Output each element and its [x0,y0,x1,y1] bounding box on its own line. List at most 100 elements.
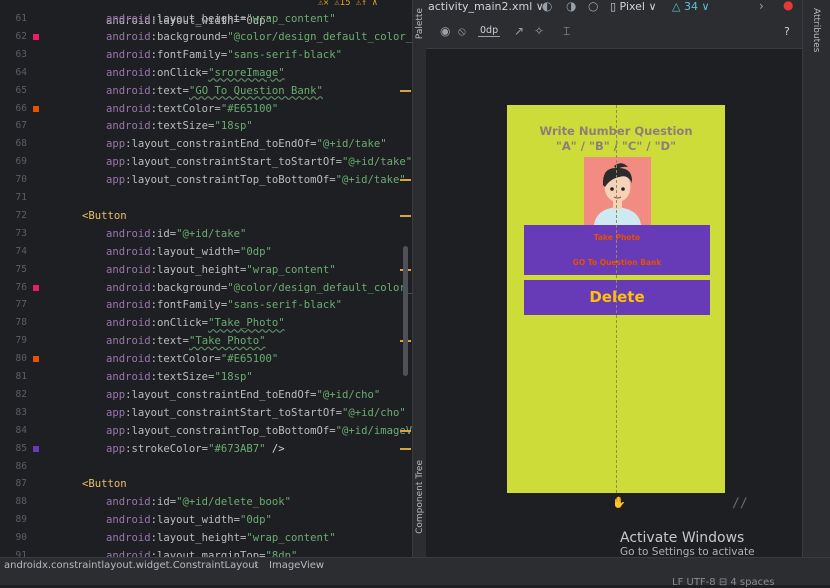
code-line[interactable]: 85 app:strokeColor="#673AB7" /> [0,440,412,458]
line-number: 88 [15,496,27,508]
code-text: app:layout_constraintTop_toBottomOf="@+i… [106,174,406,187]
code-line[interactable]: 81 android:textSize="18sp" [0,368,412,386]
code-line[interactable]: 79 android:text="Take Photo" [0,332,412,350]
change-marker[interactable] [400,179,411,182]
line-number: 85 [15,442,27,454]
line-number: 61 [15,13,27,24]
code-text: <Button [82,478,127,491]
clear-constraints-icon[interactable]: ↗ [514,24,524,38]
chevron-right-icon[interactable]: › [759,0,764,13]
code-text: android:fontFamily="sans-serif-black" [106,299,343,312]
attributes-tab[interactable]: Attributes [811,8,821,52]
theme-icon[interactable]: ○ [588,0,598,13]
code-line[interactable]: 72 <Button [0,207,412,225]
center-guideline [616,105,617,493]
design-toolbar: activity_main2.xml ∨ ◐ ◑ ○ ▯ Pixel ∨ △ 3… [426,0,802,49]
take-photo-button[interactable]: Take Photo GO To Question Bank [524,225,710,275]
code-line[interactable]: 87 <Button [0,475,412,493]
code-text: android:onClick="sroreImage" [106,66,285,79]
code-text: android:layout_height="wrap_content" [106,532,336,545]
code-line[interactable]: 82 app:layout_constraintEnd_toEndOf="@+id… [0,386,412,404]
breadcrumb-imageview[interactable]: ImageView [269,560,324,571]
code-line[interactable]: 77 android:fontFamily="sans-serif-black" [0,296,412,314]
breadcrumb-constraintlayout[interactable]: androidx.constraintlayout.widget.Constra… [4,560,259,571]
default-margin-field[interactable]: 0dp [478,25,501,37]
night-mode-icon[interactable]: ◑ [566,0,576,13]
phone-preview[interactable]: Write Number Question "A" / "B" / "C" / … [507,105,725,493]
line-number: 68 [15,138,27,150]
code-line[interactable]: 88 android:id="@+id/delete_book" [0,493,412,511]
editor-scrollbar[interactable] [403,246,408,376]
change-marker[interactable] [400,447,411,450]
code-text: app:layout_constraintTop_toBottomOf="@+i… [106,424,412,437]
code-line[interactable]: 91 android:layout_marginTop="8dp" [0,547,412,557]
file-selector[interactable]: activity_main2.xml ∨ [428,0,544,13]
resize-handle-icon[interactable]: ∕∕ [732,496,748,511]
orientation-icon[interactable]: ◐ [542,0,552,13]
code-line[interactable]: 76 android:background="@color/design_defa… [0,279,412,297]
line-number: 67 [15,120,27,132]
code-line[interactable]: 84 app:layout_constraintTop_toBottomOf="@… [0,422,412,440]
code-line[interactable]: 63 android:fontFamily="sans-serif-black" [0,46,412,64]
infer-constraints-icon[interactable]: ✧ [534,24,544,38]
line-number: 91 [15,550,27,557]
device-selector[interactable]: ▯ Pixel ∨ [610,0,657,13]
autoconnect-off-icon[interactable]: ⦸ [458,24,466,39]
breadcrumb-separator: › [254,560,258,571]
code-text: android:layout_width="0dp" [106,514,272,527]
code-text: android:textSize="18sp" [106,371,253,383]
code-editor[interactable]: android:layout_width="0dp" ⚠✕ ⚠15 ⚠↑ ∧ 6… [0,0,412,557]
code-line[interactable]: 61 android:layout_height="wrap_content" [0,10,412,28]
line-number: 84 [15,424,27,436]
line-number: 79 [15,335,27,347]
code-line[interactable]: 83 app:layout_constraintStart_toStartOf="… [0,404,412,422]
line-number: 87 [15,478,27,490]
code-line[interactable]: 62 android:background="@color/design_defa… [0,28,412,46]
palette-tab[interactable]: Palette [415,8,425,39]
code-line[interactable]: 78 android:onClick="Take_Photo" [0,314,412,332]
code-text: <Button [82,209,127,222]
color-swatch-icon[interactable] [33,356,39,363]
code-line[interactable]: 69 app:layout_constraintStart_toStartOf="… [0,153,412,171]
line-number: 75 [15,263,27,275]
code-line[interactable]: 71 [0,189,412,207]
delete-button[interactable]: Delete [524,280,710,315]
code-line[interactable]: 75 android:layout_height="wrap_content" [0,261,412,279]
color-swatch-icon[interactable] [33,284,39,291]
person-avatar-icon [584,157,651,225]
pan-handle-icon[interactable]: ✋ [612,496,626,509]
file-encoding-info[interactable]: LF UTF-8 ⊟ 4 spaces [672,577,774,588]
change-marker[interactable] [400,429,411,432]
guidelines-icon[interactable]: ⌶ [563,24,570,39]
code-line[interactable]: 64 android:onClick="sroreImage" [0,64,412,82]
line-number: 89 [15,514,27,526]
avatar-image[interactable] [584,157,651,225]
code-line[interactable]: 74 android:layout_width="0dp" [0,243,412,261]
code-line[interactable]: 66 android:textColor="#E65100" [0,100,412,118]
go-to-question-bank-label[interactable]: GO To Question Bank [524,258,710,267]
change-marker[interactable] [400,214,411,217]
api-level-selector[interactable]: △ 34 ∨ [672,0,710,13]
layout-design-area[interactable]: activity_main2.xml ∨ ◐ ◑ ○ ▯ Pixel ∨ △ 3… [426,0,802,570]
code-line[interactable]: 80 android:textColor="#E65100" [0,350,412,368]
help-button[interactable]: ? [784,25,790,38]
line-number: 73 [15,227,27,239]
code-line[interactable]: 89 android:layout_width="0dp" [0,511,412,529]
code-line[interactable]: 67 android:textSize="18sp" [0,117,412,135]
code-line[interactable]: 65 android:text="GO To Question Bank" [0,82,412,100]
change-marker[interactable] [400,89,411,92]
code-line[interactable]: 68 app:layout_constraintEnd_toEndOf="@+id… [0,135,412,153]
line-number: 78 [15,317,27,329]
code-line[interactable]: 70 app:layout_constraintTop_toBottomOf="@… [0,171,412,189]
color-swatch-icon[interactable] [33,33,39,40]
code-text: android:background="@color/design_defaul… [106,281,412,294]
code-line[interactable]: 86 [0,458,412,476]
color-swatch-icon[interactable] [33,105,39,112]
code-line[interactable]: 73 android:id="@+id/take" [0,225,412,243]
error-icon[interactable]: ● [783,0,793,12]
eye-icon[interactable]: ◉ [440,24,450,38]
attributes-strip: Attributes [802,0,830,557]
code-line[interactable]: 90 android:layout_height="wrap_content" [0,529,412,547]
color-swatch-icon[interactable] [33,445,39,452]
component-tree-tab[interactable]: Component Tree [415,460,425,534]
